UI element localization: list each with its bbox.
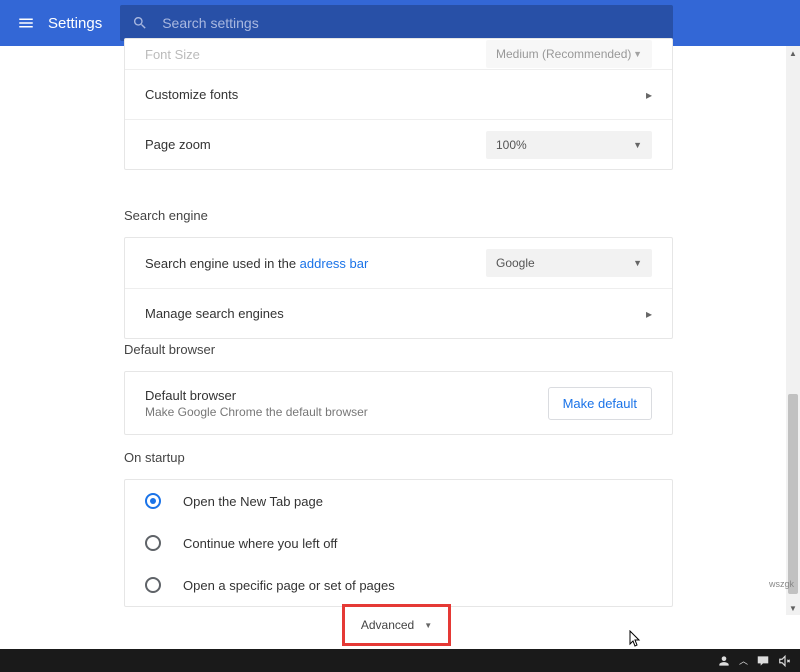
page-zoom-label: Page zoom [145, 137, 211, 152]
customize-fonts-label: Customize fonts [145, 87, 238, 102]
startup-option-specific[interactable]: Open a specific page or set of pages [125, 564, 672, 606]
radio-selected-icon [145, 493, 161, 509]
content-area: Font Size Medium (Recommended) ▼ Customi… [0, 46, 800, 615]
startup-section-title: On startup [124, 450, 673, 465]
scrollbar[interactable]: ▲ ▼ [786, 46, 800, 615]
page-title: Settings [48, 15, 102, 32]
startup-specific-label: Open a specific page or set of pages [183, 578, 395, 593]
default-browser-sub: Make Google Chrome the default browser [145, 405, 368, 419]
appearance-card: Font Size Medium (Recommended) ▼ Customi… [124, 38, 673, 170]
address-bar-link[interactable]: address bar [300, 256, 369, 271]
search-engine-label: Search engine used in the address bar [145, 256, 368, 271]
startup-newtab-label: Open the New Tab page [183, 494, 323, 509]
page-zoom-select[interactable]: 100% ▼ [486, 131, 652, 159]
volume-muted-icon[interactable] [778, 654, 792, 668]
startup-option-newtab[interactable]: Open the New Tab page [125, 480, 672, 522]
startup-option-continue[interactable]: Continue where you left off [125, 522, 672, 564]
manage-search-engines-row[interactable]: Manage search engines ▸ [125, 288, 672, 338]
radio-icon [145, 577, 161, 593]
font-size-row[interactable]: Font Size Medium (Recommended) ▼ [125, 39, 672, 69]
page-zoom-row[interactable]: Page zoom 100% ▼ [125, 119, 672, 169]
search-engine-card: Search engine used in the address bar Go… [124, 237, 673, 339]
search-engine-value: Google [496, 256, 535, 270]
scroll-up-icon[interactable]: ▲ [788, 46, 798, 60]
watermark: wszgk [769, 579, 794, 589]
chevron-right-icon: ▸ [646, 88, 652, 102]
chevron-down-icon: ▼ [424, 621, 432, 630]
default-browser-card: Default browser Make Google Chrome the d… [124, 371, 673, 435]
page-zoom-value: 100% [496, 138, 527, 152]
font-size-select[interactable]: Medium (Recommended) ▼ [486, 40, 652, 68]
people-icon[interactable] [717, 654, 731, 668]
startup-continue-label: Continue where you left off [183, 536, 337, 551]
manage-search-engines-label: Manage search engines [145, 306, 284, 321]
search-engine-section-title: Search engine [124, 208, 673, 223]
default-browser-section-title: Default browser [124, 342, 673, 357]
startup-card: Open the New Tab page Continue where you… [124, 479, 673, 607]
taskbar: ︿ [0, 649, 800, 672]
action-center-icon[interactable] [756, 654, 770, 668]
search-icon [132, 15, 148, 31]
search-engine-row[interactable]: Search engine used in the address bar Go… [125, 238, 672, 288]
default-browser-row: Default browser Make Google Chrome the d… [125, 372, 672, 434]
hamburger-icon [17, 14, 35, 32]
search-box[interactable] [120, 5, 673, 41]
advanced-label: Advanced [361, 618, 414, 632]
scroll-down-icon[interactable]: ▼ [788, 601, 798, 615]
chevron-down-icon: ▼ [633, 49, 642, 59]
make-default-button[interactable]: Make default [548, 387, 652, 420]
advanced-button[interactable]: Advanced ▼ [342, 604, 451, 646]
font-size-value: Medium (Recommended) [496, 47, 631, 61]
chevron-right-icon: ▸ [646, 307, 652, 321]
hamburger-menu-button[interactable] [8, 5, 44, 41]
font-size-label: Font Size [145, 47, 200, 62]
radio-icon [145, 535, 161, 551]
tray-chevron-up-icon[interactable]: ︿ [739, 654, 748, 667]
chevron-down-icon: ▼ [633, 140, 642, 150]
customize-fonts-row[interactable]: Customize fonts ▸ [125, 69, 672, 119]
chevron-down-icon: ▼ [633, 258, 642, 268]
search-input[interactable] [162, 15, 661, 31]
scroll-thumb[interactable] [788, 394, 798, 594]
search-engine-select[interactable]: Google ▼ [486, 249, 652, 277]
default-browser-title: Default browser [145, 388, 368, 403]
